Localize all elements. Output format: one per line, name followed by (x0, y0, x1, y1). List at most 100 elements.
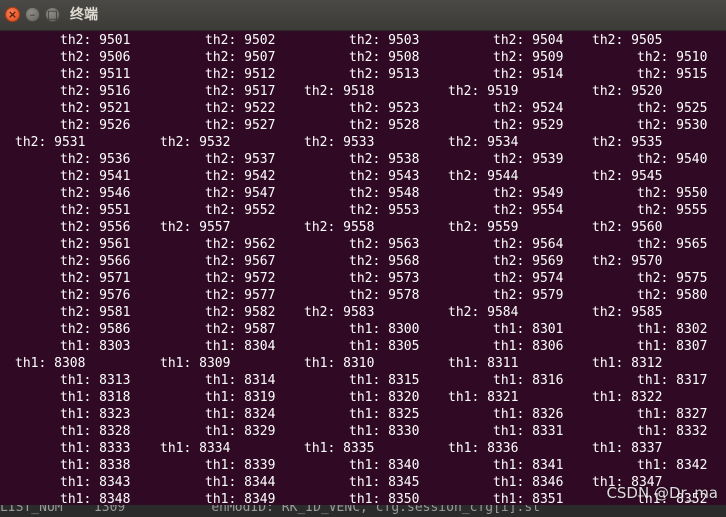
terminal-entry: th1: 8333 (60, 441, 131, 456)
terminal-entry: th2: 9564 (493, 237, 564, 252)
terminal-entry: th2: 9533 (304, 135, 375, 150)
terminal-entry: th2: 9547 (205, 186, 276, 201)
terminal-entry: th2: 9543 (349, 169, 420, 184)
terminal-entry: th2: 9581 (60, 305, 131, 320)
terminal-line: th2: 9576 th2: 9577 th2: 9578 th2: 9579 th2:… (0, 287, 726, 304)
terminal-entry: th2: 9536 (60, 152, 131, 167)
terminal-entry: th1: 8312 (592, 356, 663, 371)
terminal-entry: th2: 9529 (493, 118, 564, 133)
terminal-entry: th2: 9574 (493, 271, 564, 286)
terminal-entry: th2: 9520 (592, 84, 663, 99)
window-title: 终端 (70, 7, 98, 23)
terminal-entry: th2: 9560 (592, 220, 663, 235)
terminal-line: th2: 9506 th2: 9507 th2: 9508 th2: 9509 th2:… (0, 49, 726, 66)
terminal-entry: th2: 9519 (448, 84, 519, 99)
terminal-entry: th1: 8328 (60, 424, 131, 439)
terminal-entry: th1: 8311 (448, 356, 519, 371)
background-editor-strip: LIST_NUM 1309 enModID: RK_ID_VENC, cfg.s… (0, 505, 726, 517)
terminal-entry: th2: 9575 (637, 271, 708, 286)
terminal-entry: th2: 9540 (637, 152, 708, 167)
terminal-entry: th1: 8330 (349, 424, 420, 439)
terminal-line: th1: 8318 th1: 8319 th1: 8320 th1: 8321 th1:… (0, 389, 726, 406)
terminal-entry: th2: 9570 (592, 254, 663, 269)
terminal-entry: th1: 8337 (592, 441, 663, 456)
terminal-entry: th2: 9567 (205, 254, 276, 269)
terminal-line: th1: 8313 th1: 8314 th1: 8315 th1: 8316 th1:… (0, 372, 726, 389)
terminal-entry: th2: 9565 (637, 237, 708, 252)
terminal-entry: th1: 8340 (349, 458, 420, 473)
terminal-entry: th2: 9553 (349, 203, 420, 218)
terminal-line: th2: 9511 th2: 9512 th2: 9513 th2: 9514 th2:… (0, 66, 726, 83)
terminal-entry: th1: 8315 (349, 373, 420, 388)
terminal-entry: th2: 9530 (637, 118, 708, 133)
terminal-entry: th1: 8332 (637, 424, 708, 439)
terminal-entry: th2: 9525 (637, 101, 708, 116)
terminal-entry: th1: 8327 (637, 407, 708, 422)
terminal-entry: th1: 8324 (205, 407, 276, 422)
terminal-entry: th2: 9586 (60, 322, 131, 337)
terminal-entry: th1: 8306 (493, 339, 564, 354)
terminal-entry: th2: 9505 (592, 33, 663, 48)
terminal-entry: th2: 9562 (205, 237, 276, 252)
terminal-entry: th2: 9576 (60, 288, 131, 303)
terminal-entry: th1: 8336 (448, 441, 519, 456)
terminal-entry: th2: 9511 (60, 67, 131, 82)
terminal-output[interactable]: th2: 9501 th2: 9502 th2: 9503 th2: 9504 th2:… (0, 30, 726, 517)
terminal-entry: th1: 8322 (592, 390, 663, 405)
terminal-entry: th2: 9535 (592, 135, 663, 150)
terminal-entry: th1: 8300 (349, 322, 420, 337)
close-icon[interactable]: × (5, 7, 20, 22)
terminal-entry: th1: 8325 (349, 407, 420, 422)
terminal-entry: th1: 8320 (349, 390, 420, 405)
terminal-entry: th2: 9504 (493, 33, 564, 48)
terminal-entry: th2: 9578 (349, 288, 420, 303)
terminal-entry: th2: 9577 (205, 288, 276, 303)
terminal-entry: th2: 9542 (205, 169, 276, 184)
terminal-entry: th2: 9587 (205, 322, 276, 337)
terminal-line: th2: 9526 th2: 9527 th2: 9528 th2: 9529 th2:… (0, 117, 726, 134)
terminal-entry: th2: 9582 (205, 305, 276, 320)
window-titlebar[interactable]: × – □ 终端 (0, 0, 726, 31)
terminal-entry: th2: 9524 (493, 101, 564, 116)
terminal-line: th2: 9586 th2: 9587 th1: 8300 th1: 8301 th1:… (0, 321, 726, 338)
terminal-entry: th1: 8343 (60, 475, 131, 490)
terminal-entry: th2: 9502 (205, 33, 276, 48)
terminal-line: th2: 9536 th2: 9537 th2: 9538 th2: 9539 th2:… (0, 151, 726, 168)
terminal-entry: th1: 8345 (349, 475, 420, 490)
terminal-entry: th2: 9585 (592, 305, 663, 320)
terminal-entry: th1: 8302 (637, 322, 708, 337)
terminal-entry: th2: 9521 (60, 101, 131, 116)
terminal-entry: th2: 9551 (60, 203, 131, 218)
background-editor-text: LIST_NUM 1309 enModID: RK_ID_VENC, cfg.s… (0, 505, 541, 515)
terminal-entry: th1: 8346 (493, 475, 564, 490)
terminal-entry: th2: 9506 (60, 50, 131, 65)
terminal-entry: th2: 9548 (349, 186, 420, 201)
terminal-entry: th2: 9561 (60, 237, 131, 252)
terminal-entry: th1: 8334 (160, 441, 231, 456)
terminal-entry: th1: 8303 (60, 339, 131, 354)
terminal-entry: th2: 9558 (304, 220, 375, 235)
terminal-entry: th2: 9514 (493, 67, 564, 82)
terminal-line: th2: 9571 th2: 9572 th2: 9573 th2: 9574 th2:… (0, 270, 726, 287)
terminal-entry: th2: 9580 (637, 288, 708, 303)
terminal-line: th2: 9561 th2: 9562 th2: 9563 th2: 9564 th2:… (0, 236, 726, 253)
terminal-entry: th1: 8304 (205, 339, 276, 354)
terminal-entry: th2: 9549 (493, 186, 564, 201)
maximize-icon[interactable]: □ (45, 7, 60, 22)
terminal-entry: th1: 8344 (205, 475, 276, 490)
terminal-entry: th1: 8326 (493, 407, 564, 422)
terminal-line: th2: 9516 th2: 9517 th2: 9518 th2: 9519 th2:… (0, 83, 726, 100)
terminal-entry: th2: 9550 (637, 186, 708, 201)
terminal-line: th1: 8338 th1: 8339 th1: 8340 th1: 8341 th1:… (0, 457, 726, 474)
terminal-entry: th2: 9532 (160, 135, 231, 150)
terminal-entry: th1: 8338 (60, 458, 131, 473)
minimize-icon[interactable]: – (25, 7, 40, 22)
terminal-entry: th2: 9503 (349, 33, 420, 48)
terminal-line: th2: 9546 th2: 9547 th2: 9548 th2: 9549 th2:… (0, 185, 726, 202)
terminal-entry: th2: 9528 (349, 118, 420, 133)
terminal-line: th2: 9541 th2: 9542 th2: 9543 th2: 9544 th2:… (0, 168, 726, 185)
terminal-entry: th2: 9512 (205, 67, 276, 82)
terminal-entry: th2: 9572 (205, 271, 276, 286)
csdn-watermark: CSDN @Dr_ma (606, 484, 718, 502)
terminal-entry: th2: 9569 (493, 254, 564, 269)
